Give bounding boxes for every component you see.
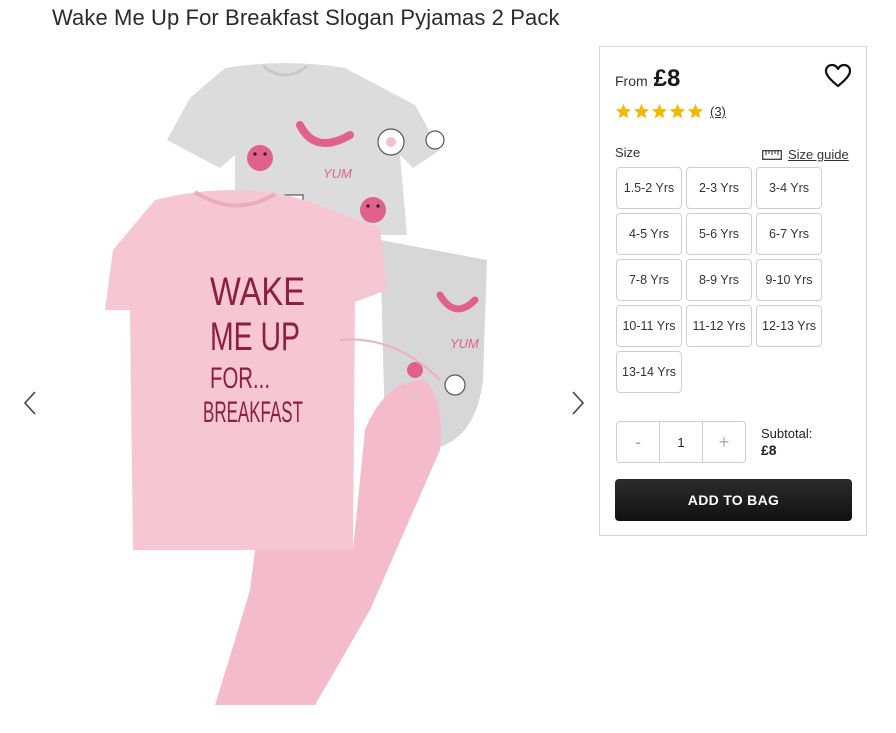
yum-text-1: YUM: [323, 166, 352, 181]
size-option[interactable]: 1.5-2 Yrs: [616, 167, 682, 209]
star-icon: [687, 103, 704, 119]
star-icon: [669, 103, 686, 119]
size-option[interactable]: 9-10 Yrs: [756, 259, 822, 301]
wishlist-button[interactable]: [824, 63, 852, 89]
slogan-line-4: BREAKFAST: [203, 396, 303, 429]
star-icon: [615, 103, 632, 119]
size-option[interactable]: 4-5 Yrs: [616, 213, 682, 255]
slogan-line-2: ME UP: [210, 315, 300, 359]
price-from-label: From: [615, 73, 648, 89]
review-count-link[interactable]: (3): [710, 104, 726, 119]
size-guide-link[interactable]: Size guide: [762, 147, 849, 162]
quantity-increase-button[interactable]: +: [703, 422, 745, 462]
subtotal-label: Subtotal:: [761, 426, 813, 441]
product-image: YUM YUM WAKE ME UP FOR... BREAKFAST: [105, 63, 487, 705]
size-option[interactable]: 7-8 Yrs: [616, 259, 682, 301]
page-title: Wake Me Up For Breakfast Slogan Pyjamas …: [52, 5, 560, 30]
gallery-next-button[interactable]: [566, 388, 590, 418]
star-icon: [651, 103, 668, 119]
price: From £8: [615, 65, 680, 93]
gallery-prev-button[interactable]: [18, 388, 42, 418]
star-rating: [615, 103, 704, 120]
size-option[interactable]: 3-4 Yrs: [756, 167, 822, 209]
add-to-bag-button[interactable]: ADD TO BAG: [615, 479, 852, 521]
subtotal: Subtotal: £8: [761, 425, 812, 459]
size-option[interactable]: 13-14 Yrs: [616, 351, 682, 393]
size-label: Size: [615, 145, 641, 160]
price-value: £8: [653, 65, 681, 92]
size-option[interactable]: 10-11 Yrs: [616, 305, 682, 347]
quantity-value[interactable]: 1: [659, 422, 703, 462]
size-option[interactable]: 12-13 Yrs: [756, 305, 822, 347]
heart-icon: [824, 63, 852, 88]
chevron-right-icon: [572, 391, 585, 415]
purchase-panel: From £8 (3) Size Size guide 1.5-2 Yrs 2-…: [599, 46, 867, 536]
size-guide-label: Size guide: [788, 147, 849, 162]
slogan-line-3: FOR...: [210, 362, 270, 395]
slogan-line-1: WAKE: [210, 270, 305, 314]
size-options: 1.5-2 Yrs 2-3 Yrs 3-4 Yrs 4-5 Yrs 5-6 Yr…: [616, 167, 826, 393]
subtotal-value: £8: [761, 442, 777, 458]
size-option[interactable]: 5-6 Yrs: [686, 213, 752, 255]
size-option[interactable]: 8-9 Yrs: [686, 259, 752, 301]
ruler-icon: [762, 149, 782, 160]
size-option[interactable]: 11-12 Yrs: [686, 305, 752, 347]
star-icon: [633, 103, 650, 119]
size-option[interactable]: 2-3 Yrs: [686, 167, 752, 209]
rating: (3): [615, 103, 726, 120]
chevron-left-icon: [23, 391, 36, 415]
image-gallery: YUM YUM WAKE ME UP FOR... BREAKFAST: [0, 40, 600, 733]
yum-text-2: YUM: [450, 336, 479, 351]
quantity-stepper: - 1 +: [616, 421, 746, 463]
size-option[interactable]: 6-7 Yrs: [756, 213, 822, 255]
quantity-decrease-button[interactable]: -: [617, 422, 659, 462]
